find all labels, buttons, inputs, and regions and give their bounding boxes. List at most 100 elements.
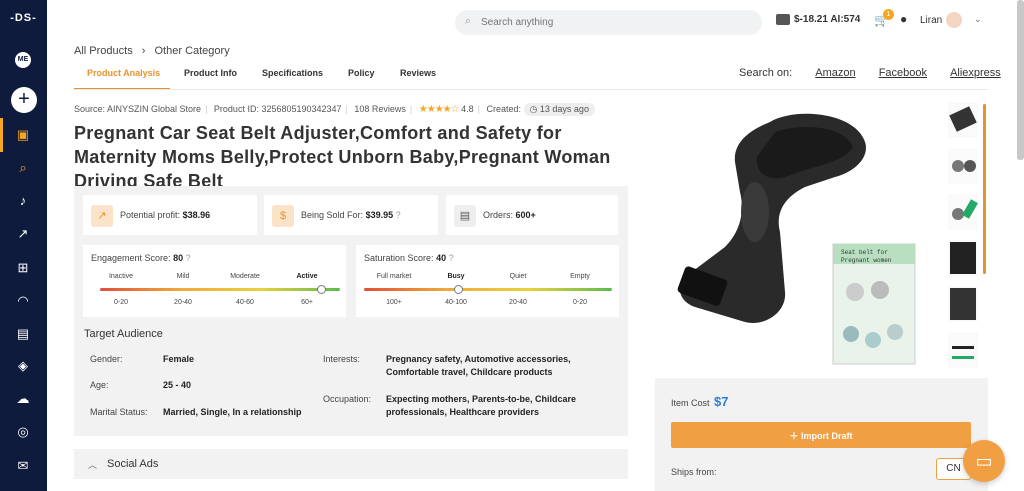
product-main-image[interactable]: Seat belt for Pregnant women — [655, 102, 937, 372]
age-value: 25 - 40 — [163, 380, 192, 390]
sidebar: -DS- ME + ▣ ⌕ ♪ ↗ ⊞ ◠ ▤ ◈ ☁ ◎ ✉ — [0, 0, 47, 491]
cart-button[interactable]: 🛒 1 — [874, 9, 894, 27]
orders-icon[interactable]: ▤ — [14, 325, 32, 343]
source-store[interactable]: Source: AINYSZIN Global Store — [74, 104, 201, 114]
thumbnail-scrollbar[interactable] — [983, 104, 986, 274]
orders-card: ▤ Orders: 600+ — [446, 195, 618, 235]
interests-value: Pregnancy safety, Automotive accessories… — [386, 354, 571, 377]
gauge-icon[interactable]: ◠ — [14, 292, 32, 310]
seat-belt-adjuster-image: Seat belt for Pregnant women — [677, 113, 916, 365]
svg-text:Pregnant women: Pregnant women — [841, 257, 892, 264]
package-icon[interactable]: ◈ — [14, 357, 32, 375]
import-draft-button[interactable]: ＋ Import Draft — [671, 422, 971, 448]
window-scrollbar[interactable] — [1017, 0, 1024, 160]
dollar-icon: $ — [272, 205, 294, 227]
thumbnail-strip — [944, 102, 982, 370]
breadcrumb-all-products[interactable]: All Products — [74, 45, 133, 57]
ships-from-label: Ships from: — [671, 467, 717, 477]
engagement-gauge — [100, 288, 340, 291]
tab-product-analysis[interactable]: Product Analysis — [74, 68, 170, 90]
product-research-icon[interactable]: ⌕ — [14, 159, 32, 177]
thumbnail[interactable] — [948, 332, 978, 368]
profit-value: $38.96 — [182, 210, 211, 220]
item-cost-label: Item Cost — [671, 398, 710, 408]
receipt-icon: ▤ — [454, 205, 476, 227]
engagement-level: Active — [296, 273, 318, 280]
amazon-link[interactable]: Amazon — [815, 67, 855, 79]
active-indicator — [0, 118, 3, 152]
saturation-knob — [454, 285, 464, 294]
engagement-knob — [316, 285, 326, 294]
saturation-range: 0-20 — [572, 299, 587, 306]
product-title: Pregnant Car Seat Belt Adjuster,Comfort … — [74, 123, 611, 191]
user-icon: ● — [900, 12, 908, 26]
profit-card: ↗ Potential profit: $38.96 — [83, 195, 257, 235]
star-rating-icon: ★★★★☆ — [418, 104, 460, 115]
gift-icon[interactable]: ⊞ — [14, 259, 32, 277]
engagement-value: 80 — [173, 253, 184, 263]
wallet-text: $-18.21 AI:574 — [794, 14, 861, 26]
saturation-range: 20-40 — [509, 299, 527, 306]
analysis-panel: ↗ Potential profit: $38.96 $ Being Sold … — [74, 186, 628, 436]
thumbnail[interactable] — [948, 240, 978, 276]
engagement-score-card: Engagement Score: 80 ? Inactive Mild Mod… — [83, 245, 346, 317]
tab-divider — [74, 89, 988, 90]
chart-icon: ↗ — [91, 205, 113, 227]
breadcrumb: All Products › Other Category — [74, 45, 236, 57]
chat-icon[interactable]: ▭ — [963, 440, 1005, 482]
tab-policy[interactable]: Policy — [348, 68, 375, 90]
product-id: Product ID: 3256805190342347 — [213, 104, 342, 114]
saturation-level: Quiet — [509, 273, 527, 280]
target-audience-title: Target Audience — [84, 328, 163, 340]
cart-badge: 1 — [883, 9, 894, 20]
search-input[interactable] — [481, 14, 741, 31]
occupation-value: Expecting mothers, Parents-to-be, Childc… — [386, 394, 577, 417]
saturation-gauge — [364, 288, 612, 291]
engagement-range: 20-40 — [174, 299, 192, 306]
tab-reviews[interactable]: Reviews — [400, 68, 436, 90]
facebook-link[interactable]: Facebook — [879, 67, 927, 79]
age-label: Age: — [90, 380, 109, 390]
support-icon[interactable]: ◎ — [14, 423, 32, 441]
user-name: Liran — [920, 15, 943, 26]
cloud-upload-icon[interactable]: ☁ — [14, 390, 32, 408]
reviews-count: 108 Reviews — [354, 104, 406, 114]
mail-icon[interactable]: ✉ — [14, 457, 32, 475]
clock-icon: ◷ — [529, 104, 540, 114]
info-icon: ? — [448, 253, 454, 263]
saturation-range: 40-100 — [445, 299, 467, 306]
thumbnail[interactable] — [948, 194, 978, 230]
app-logo[interactable]: -DS- — [0, 12, 47, 24]
occupation-label: Occupation: — [323, 394, 372, 404]
workspace-avatar[interactable]: ME — [15, 52, 31, 68]
aliexpress-link[interactable]: Aliexpress — [950, 67, 1001, 79]
saturation-level: Busy — [447, 273, 465, 280]
wallet-balance[interactable]: $-18.21 AI:574 — [776, 14, 860, 25]
thumbnail[interactable] — [948, 148, 978, 184]
breadcrumb-separator: › — [141, 45, 146, 57]
engagement-range: 0-20 — [113, 299, 128, 306]
product-meta: Source: AINYSZIN Global Store | Product I… — [74, 103, 595, 116]
tab-specifications[interactable]: Specifications — [262, 68, 323, 90]
marital-label: Marital Status: — [90, 407, 148, 417]
trends-icon[interactable]: ↗ — [14, 225, 32, 243]
saturation-score-card: Saturation Score: 40 ? Full market Busy … — [356, 245, 619, 317]
thumbnail[interactable] — [948, 286, 978, 322]
info-icon: ? — [185, 253, 191, 263]
gender-label: Gender: — [90, 354, 123, 364]
add-button[interactable]: + — [11, 87, 37, 113]
engagement-level: Inactive — [108, 273, 134, 280]
thumbnail[interactable] — [948, 102, 978, 138]
engagement-range: 60+ — [301, 299, 313, 306]
tiktok-icon[interactable]: ♪ — [14, 192, 32, 210]
products-icon[interactable]: ▣ — [14, 126, 32, 144]
search-on-label: Search on: — [739, 67, 793, 79]
tab-product-info[interactable]: Product Info — [184, 68, 237, 90]
social-ads-section[interactable]: ︿ Social Ads — [74, 449, 628, 479]
interests-label: Interests: — [323, 354, 361, 364]
item-cost-value: $7 — [714, 394, 729, 409]
search-on: Search on: Amazon Facebook Aliexpress — [739, 67, 1001, 79]
breadcrumb-current[interactable]: Other Category — [155, 45, 230, 57]
created-badge: ◷ 13 days ago — [523, 103, 595, 116]
global-search[interactable]: ⌕ — [455, 10, 762, 35]
